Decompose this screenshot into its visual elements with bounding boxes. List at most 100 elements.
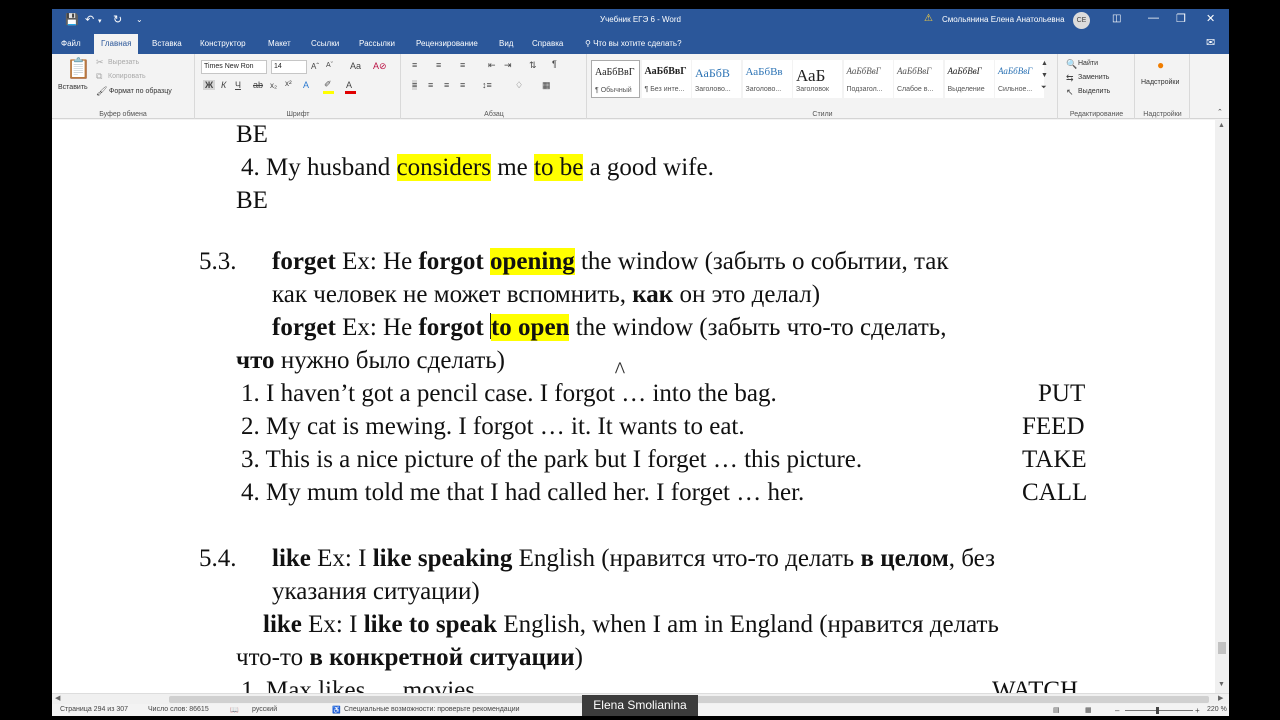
style-tile[interactable]: АаБбВвГ Подзагол... bbox=[843, 60, 893, 98]
style-name: ¶ Обычный bbox=[595, 87, 632, 94]
align-left-icon[interactable]: ≡ bbox=[412, 80, 418, 90]
document-page[interactable]: BE 4. My husband considers me to be a go… bbox=[52, 120, 1215, 693]
style-tile[interactable]: АаБбВвГ Сильное... bbox=[995, 60, 1044, 98]
style-preview: АаБбВвГ bbox=[644, 66, 687, 77]
bullets-icon[interactable]: ≡ bbox=[412, 60, 417, 70]
decrease-indent-icon[interactable]: ⇤ bbox=[488, 60, 496, 71]
paragraph-group-label: Абзац bbox=[484, 111, 504, 118]
tab-insert[interactable]: Вставка bbox=[152, 39, 182, 48]
line-spacing-icon[interactable]: ↕≡ bbox=[482, 80, 492, 90]
ribbon: 📋 Вставить ✂ Вырезать ⧉ Копировать 🖌 Фор… bbox=[52, 54, 1229, 119]
italic-icon[interactable]: К bbox=[221, 80, 226, 90]
text-effects-icon[interactable]: A bbox=[303, 80, 309, 90]
avatar[interactable]: СЕ bbox=[1073, 12, 1090, 29]
borders-icon[interactable]: ▦ bbox=[542, 80, 551, 91]
warning-icon: ⚠ bbox=[924, 13, 933, 24]
shrink-font-icon[interactable]: Aˇ bbox=[326, 62, 333, 69]
tab-help[interactable]: Справка bbox=[532, 39, 563, 48]
find-button[interactable]: Найти bbox=[1078, 60, 1098, 67]
paste-icon[interactable]: 📋 bbox=[66, 56, 91, 81]
styles-group-label: Стили bbox=[812, 111, 833, 118]
style-tile[interactable]: АаБбВвГ ¶ Обычный bbox=[591, 60, 640, 98]
zoom-slider-thumb[interactable] bbox=[1156, 707, 1159, 714]
styles-scroll-down-icon[interactable]: ▼ bbox=[1041, 72, 1048, 79]
minimize-icon[interactable]: — bbox=[1148, 12, 1159, 24]
zoom-level[interactable]: 220 % bbox=[1207, 706, 1227, 713]
underline-icon[interactable]: Ч bbox=[235, 80, 241, 90]
style-tile[interactable]: АаБбВв Заголово... bbox=[742, 60, 792, 98]
addins-button[interactable]: Надстройки bbox=[1141, 79, 1179, 86]
font-name-combo[interactable]: Times New Ron bbox=[201, 60, 267, 74]
language-status[interactable]: русский bbox=[252, 706, 277, 713]
font-size-combo[interactable]: 14 bbox=[271, 60, 307, 74]
justify-icon[interactable]: ≡ bbox=[460, 80, 465, 90]
tab-mailings[interactable]: Рассылки bbox=[359, 39, 395, 48]
show-formatting-marks-icon[interactable]: ¶ bbox=[552, 59, 557, 69]
style-tile[interactable]: АаБбВ Заголово... bbox=[692, 60, 741, 98]
tell-me-search[interactable]: ⚲ Что вы хотите сделать? bbox=[585, 39, 682, 48]
font-group: Times New Ron 14 Aˆ Aˇ Aa A⊘ Ж К Ч ab x₂… bbox=[196, 54, 401, 119]
superscript-icon[interactable]: x² bbox=[285, 79, 292, 88]
clear-formatting-icon[interactable]: A⊘ bbox=[373, 61, 387, 72]
zoom-in-icon[interactable]: + bbox=[1195, 706, 1200, 715]
word-count-status[interactable]: Число слов: 86615 bbox=[148, 706, 209, 713]
increase-indent-icon[interactable]: ⇥ bbox=[504, 60, 512, 71]
print-layout-icon[interactable]: ▦ bbox=[1085, 706, 1092, 714]
multilevel-list-icon[interactable]: ≡ bbox=[460, 60, 465, 70]
exercise-keyword: WATCH bbox=[992, 677, 1079, 693]
tab-references[interactable]: Ссылки bbox=[311, 39, 339, 48]
align-right-icon[interactable]: ≡ bbox=[444, 80, 449, 90]
tab-layout[interactable]: Макет bbox=[268, 39, 291, 48]
paste-button[interactable]: Вставить bbox=[58, 84, 88, 91]
vertical-scroll-thumb[interactable] bbox=[1218, 642, 1226, 654]
word-window: 💾 ↶ ▾ ↻ ⌄ Учебник ЕГЭ 6 - Word ⚠ Смольян… bbox=[52, 9, 1229, 716]
font-color-icon[interactable]: A bbox=[346, 80, 352, 90]
grow-font-icon[interactable]: Aˆ bbox=[311, 62, 319, 71]
collapse-ribbon-icon[interactable]: ⌃ bbox=[1217, 108, 1223, 116]
style-tile[interactable]: АаБ Заголовок bbox=[793, 60, 842, 98]
styles-more-icon[interactable]: ⏷ bbox=[1041, 84, 1047, 92]
copy-button[interactable]: Копировать bbox=[108, 73, 146, 80]
styles-scroll-up-icon[interactable]: ▲ bbox=[1041, 60, 1048, 67]
format-painter-button[interactable]: Формат по образцу bbox=[109, 88, 172, 95]
vertical-scrollbar[interactable]: ▲ ▼ bbox=[1215, 120, 1229, 693]
title-bar: 💾 ↶ ▾ ↻ ⌄ Учебник ЕГЭ 6 - Word ⚠ Смольян… bbox=[52, 9, 1229, 31]
tab-view[interactable]: Вид bbox=[499, 39, 513, 48]
accessibility-status[interactable]: Специальные возможности: проверьте реком… bbox=[344, 706, 520, 713]
comments-icon[interactable]: ✉ bbox=[1206, 36, 1215, 49]
ribbon-display-options-icon[interactable]: ◫ bbox=[1112, 13, 1121, 24]
strikethrough-icon[interactable]: ab bbox=[253, 80, 263, 90]
style-tile[interactable]: АаБбВвГ Выделение bbox=[944, 60, 994, 98]
style-tile[interactable]: АаБбВвГ Слабое в... bbox=[894, 60, 943, 98]
cut-button[interactable]: Вырезать bbox=[108, 59, 139, 66]
style-tile[interactable]: АаБбВвГ ¶ Без инте... bbox=[641, 60, 691, 98]
subscript-icon[interactable]: x₂ bbox=[270, 81, 277, 90]
bold-icon[interactable]: Ж bbox=[203, 80, 216, 90]
sort-icon[interactable]: ⇅ bbox=[529, 60, 537, 71]
tab-review[interactable]: Рецензирование bbox=[416, 39, 478, 48]
read-mode-icon[interactable]: ▤ bbox=[1053, 706, 1060, 714]
restore-icon[interactable]: ❐ bbox=[1176, 12, 1186, 25]
scroll-down-icon[interactable]: ▼ bbox=[1218, 681, 1225, 688]
page-count-status[interactable]: Страница 294 из 307 bbox=[60, 706, 128, 713]
user-name[interactable]: Смольянина Елена Анатольевна bbox=[942, 15, 1065, 24]
numbering-icon[interactable]: ≡ bbox=[436, 60, 441, 70]
replace-button[interactable]: Заменить bbox=[1078, 74, 1109, 81]
tab-home[interactable]: Главная bbox=[94, 34, 139, 54]
align-center-icon[interactable]: ≡ bbox=[428, 80, 433, 90]
select-button[interactable]: Выделить bbox=[1078, 88, 1110, 95]
highlight-color-icon[interactable]: ✐ bbox=[324, 79, 332, 90]
accessibility-icon: ♿ bbox=[332, 707, 341, 714]
close-icon[interactable]: ✕ bbox=[1206, 12, 1215, 25]
tab-file[interactable]: Файл bbox=[61, 39, 81, 48]
change-case-icon[interactable]: Aa bbox=[350, 61, 361, 71]
tab-design[interactable]: Конструктор bbox=[200, 39, 246, 48]
zoom-slider[interactable] bbox=[1125, 710, 1193, 711]
scroll-left-icon[interactable]: ◀ bbox=[55, 694, 60, 702]
shading-icon[interactable]: ♢ bbox=[515, 80, 523, 91]
scroll-right-icon[interactable]: ▶ bbox=[1218, 694, 1223, 702]
document-area[interactable]: BE 4. My husband considers me to be a go… bbox=[52, 120, 1215, 693]
scroll-up-icon[interactable]: ▲ bbox=[1218, 122, 1225, 129]
zoom-out-icon[interactable]: – bbox=[1115, 706, 1119, 715]
proofing-icon[interactable]: 📖 bbox=[230, 706, 239, 714]
